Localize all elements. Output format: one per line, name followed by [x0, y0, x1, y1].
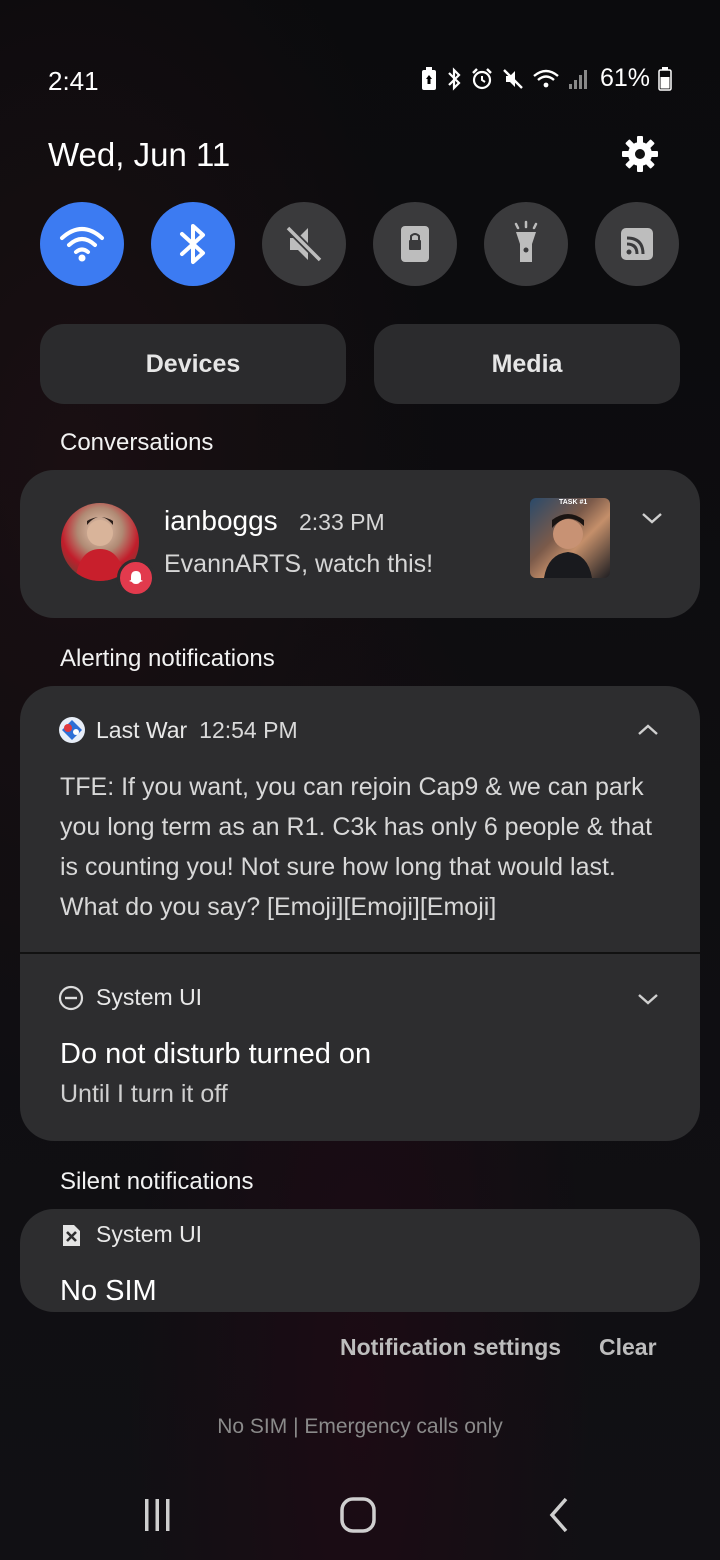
conversation-message: EvannARTS, watch this!	[164, 550, 434, 578]
gear-icon[interactable]	[620, 134, 660, 174]
dnd-title: Do not disturb turned on	[60, 1038, 372, 1070]
signal-icon	[568, 69, 587, 89]
recent-apps-button[interactable]	[132, 1490, 182, 1540]
silent-header: System UI	[58, 1221, 202, 1248]
silent-heading: Silent notifications	[60, 1168, 254, 1195]
mute-icon	[285, 225, 323, 263]
no-sim-title: No SIM	[60, 1275, 157, 1307]
thumbnail-label: TASK #1	[559, 499, 588, 506]
alerting-heading: Alerting notifications	[60, 645, 275, 672]
battery-icon	[658, 66, 672, 91]
sound-toggle[interactable]	[262, 202, 346, 286]
battery-saver-icon	[421, 66, 436, 90]
wifi-icon	[533, 69, 559, 87]
media-button[interactable]: Media	[374, 324, 680, 404]
cast-toggle[interactable]	[595, 202, 679, 286]
bluetooth-toggle[interactable]	[151, 202, 235, 286]
silent-app-name: System UI	[96, 1221, 203, 1247]
status-icons: 61%	[420, 64, 672, 93]
portrait-lock-icon	[401, 226, 429, 262]
date-label: Wed, Jun 11	[48, 136, 231, 173]
cast-icon	[621, 228, 653, 260]
back-icon	[549, 1497, 568, 1533]
carrier-status: No SIM | Emergency calls only	[217, 1415, 503, 1438]
flashlight-icon	[514, 220, 538, 262]
wifi-toggle[interactable]	[40, 202, 124, 286]
back-button[interactable]	[535, 1490, 585, 1540]
portrait-lock-toggle[interactable]	[373, 202, 457, 286]
notification-shade: 2:41 61% Wed, Jun 11 Devices Media Conve…	[0, 0, 720, 1560]
last-war-header[interactable]: Last War 12:54 PM	[58, 716, 298, 744]
home-icon	[340, 1497, 376, 1533]
chevron-down-icon[interactable]	[636, 987, 660, 1011]
conversations-heading: Conversations	[60, 429, 214, 456]
app-badge-icon	[117, 559, 155, 597]
recent-apps-icon	[145, 1499, 170, 1531]
chevron-up-icon[interactable]	[636, 718, 660, 742]
last-war-app-icon	[59, 717, 85, 743]
flashlight-toggle[interactable]	[484, 202, 568, 286]
dnd-app-name: System UI	[96, 984, 203, 1010]
status-time: 2:41	[48, 66, 99, 96]
last-war-message[interactable]: TFE: If you want, you can rejoin Cap9 & …	[60, 767, 660, 927]
mute-icon	[503, 68, 523, 89]
conversation-sender: ianboggs	[164, 505, 278, 536]
conversation-time: 2:33 PM	[299, 509, 385, 535]
bluetooth-icon	[180, 224, 205, 264]
conversation-thumbnail[interactable]: TASK #1	[530, 498, 610, 578]
dnd-header[interactable]: System UI	[58, 984, 202, 1011]
bluetooth-icon	[448, 66, 461, 91]
last-war-time: 12:54 PM	[199, 716, 298, 743]
notification-settings-button[interactable]: Notification settings	[340, 1334, 561, 1361]
do-not-disturb-icon	[58, 985, 84, 1010]
wifi-icon	[60, 227, 104, 262]
chevron-down-icon[interactable]	[640, 506, 664, 530]
last-war-app-name: Last War	[96, 716, 188, 743]
alarm-icon	[472, 67, 492, 89]
battery-percent: 61%	[599, 64, 650, 92]
clear-button[interactable]: Clear	[599, 1334, 657, 1361]
devices-button[interactable]: Devices	[40, 324, 346, 404]
dnd-subtitle: Until I turn it off	[60, 1080, 228, 1108]
no-sim-icon	[63, 1224, 80, 1246]
notification-divider	[20, 952, 700, 954]
home-button[interactable]	[333, 1490, 383, 1540]
